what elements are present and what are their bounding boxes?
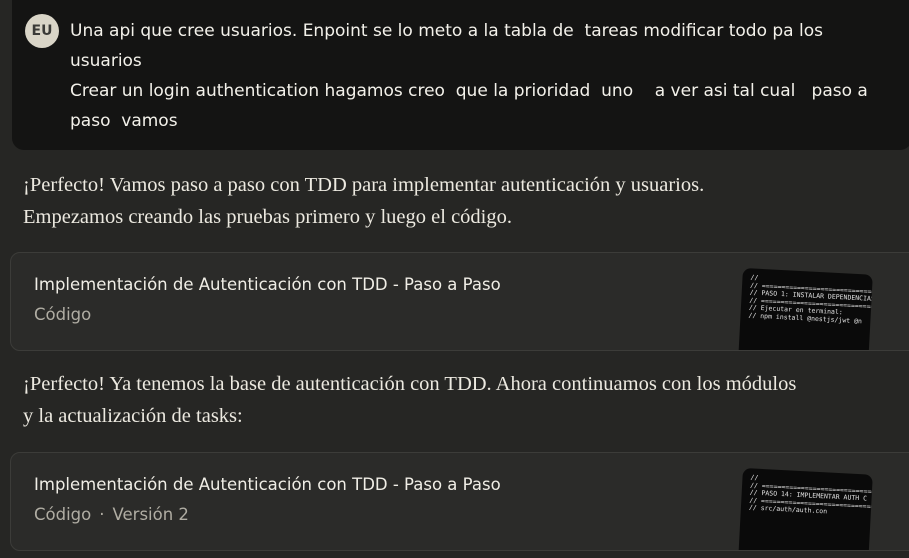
artifact-title: Implementación de Autenticación con TDD …: [34, 475, 501, 494]
assistant-line: Empezamos creando las pruebas primero y …: [23, 206, 512, 228]
assistant-line: ¡Perfecto! Ya tenemos la base de autenti…: [23, 373, 797, 395]
artifact-version: Versión 2: [112, 505, 189, 524]
user-message-line: usuarios: [70, 51, 142, 71]
assistant-line: ¡Perfecto! Vamos paso a paso con TDD par…: [23, 174, 705, 196]
artifact-thumbnail: // // ==================================…: [738, 468, 873, 550]
assistant-message-1: ¡Perfecto! Vamos paso a paso con TDD par…: [23, 169, 893, 233]
artifact-card-1[interactable]: Implementación de Autenticación con TDD …: [10, 252, 909, 351]
user-message-text: Una api que cree usuarios. Enpoint se lo…: [70, 16, 890, 136]
artifact-meta: Código · Versión 2: [34, 505, 189, 524]
artifact-card-2[interactable]: Implementación de Autenticación con TDD …: [10, 452, 909, 551]
artifact-type: Código: [34, 505, 92, 524]
assistant-line: y la actualización de tasks:: [23, 405, 243, 427]
artifact-title: Implementación de Autenticación con TDD …: [34, 275, 501, 294]
assistant-message-2: ¡Perfecto! Ya tenemos la base de autenti…: [23, 368, 893, 432]
user-message-line: Crear un login authentication hagamos cr…: [70, 81, 868, 101]
meta-separator: ·: [99, 505, 105, 524]
artifact-meta: Código: [34, 305, 91, 324]
user-message-line: paso vamos: [70, 111, 178, 131]
artifact-thumbnail: // // ==================================…: [738, 268, 873, 350]
user-message-line: Una api que cree usuarios. Enpoint se lo…: [70, 21, 823, 41]
user-avatar: EU: [25, 14, 59, 48]
artifact-type: Código: [34, 305, 92, 324]
